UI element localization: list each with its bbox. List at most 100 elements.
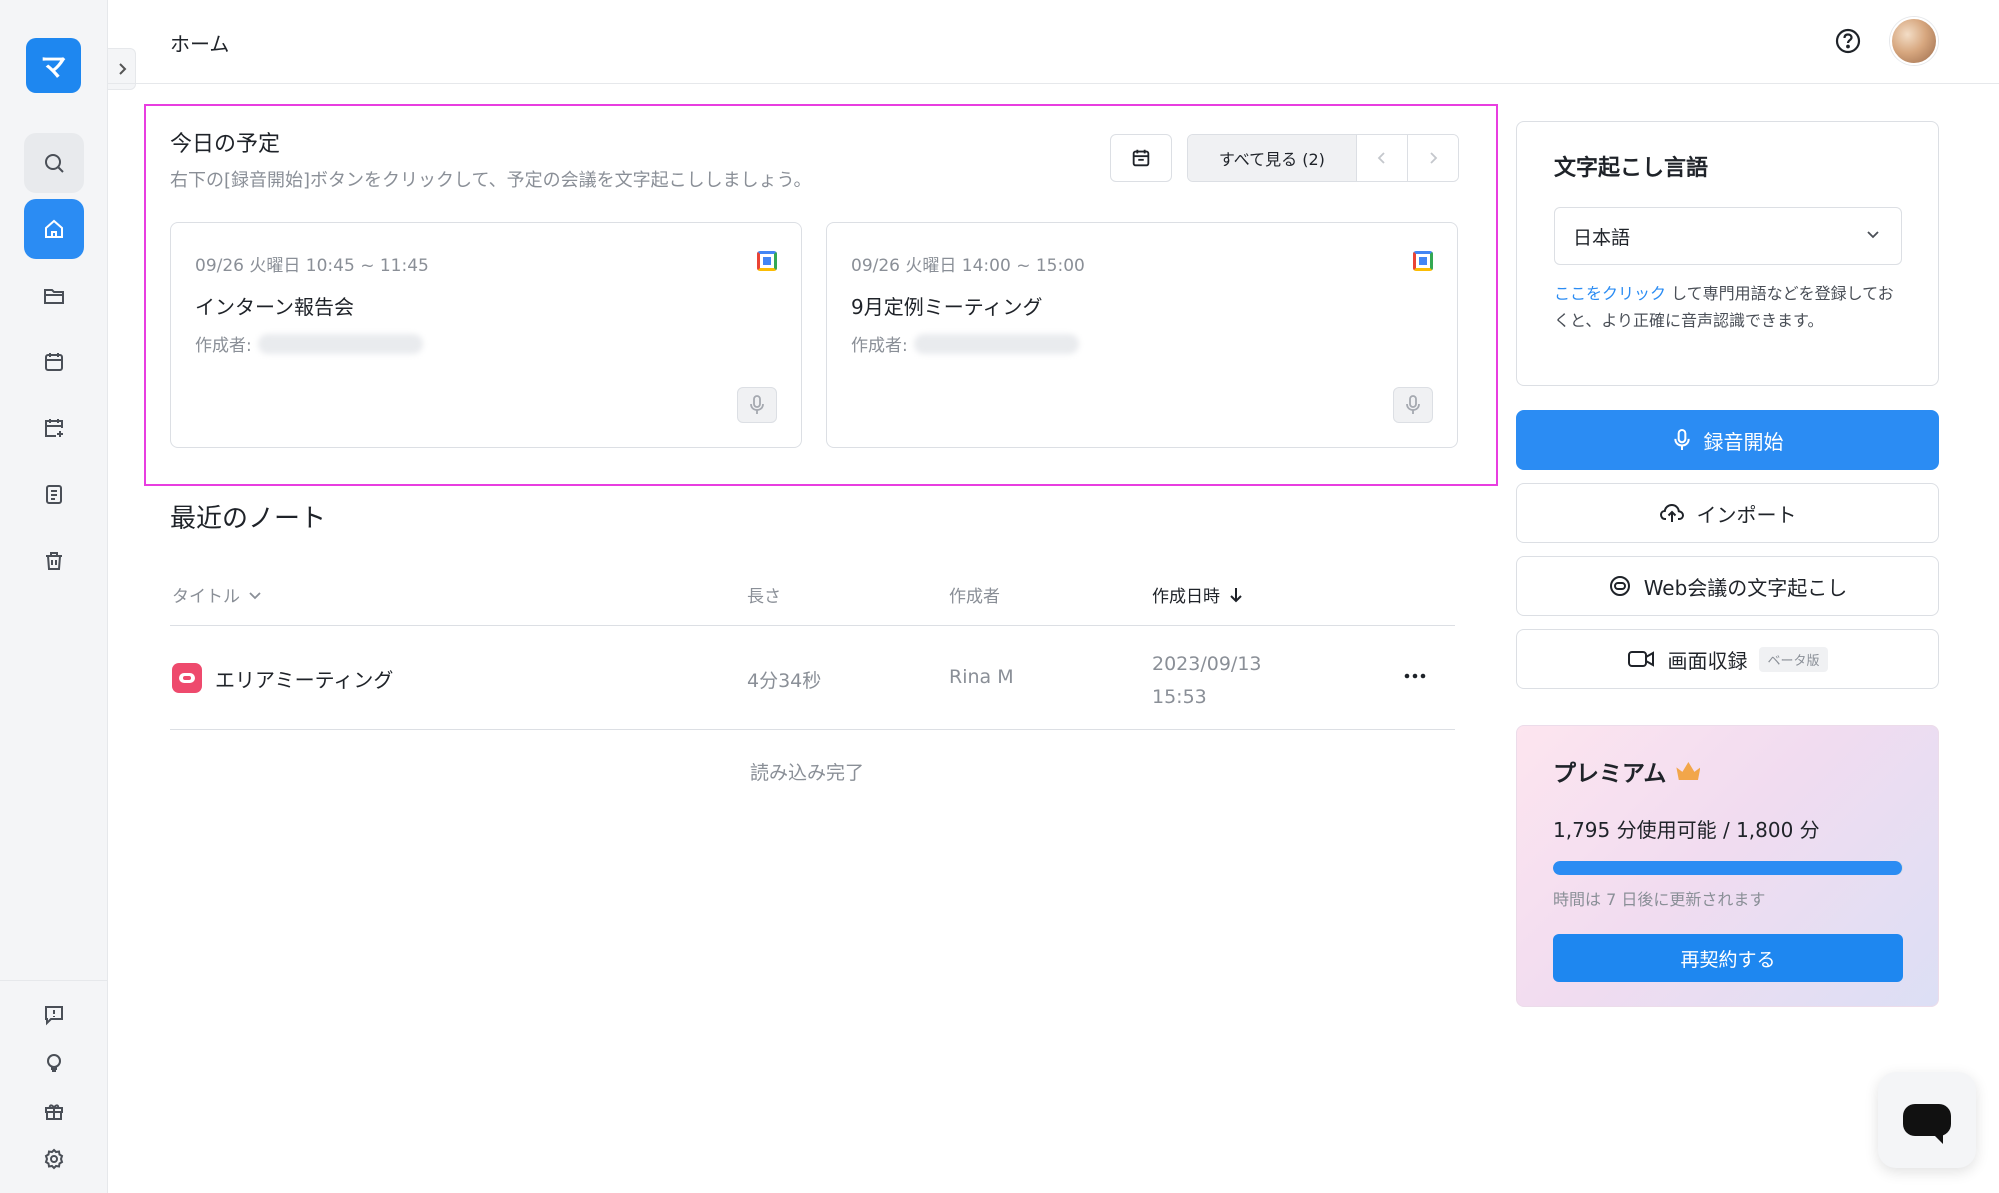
import-button[interactable]: インポート (1516, 483, 1939, 543)
column-created-sort[interactable]: 作成日時 (1152, 582, 1244, 607)
chevron-right-icon (1430, 152, 1438, 164)
topbar: ホーム (108, 0, 1999, 84)
event-record-button[interactable] (1393, 387, 1433, 423)
microphone-icon (1673, 429, 1690, 450)
sidebar-home-button[interactable] (24, 199, 84, 259)
column-title-sort[interactable]: タイトル (172, 582, 262, 607)
column-author-label: 作成者 (949, 587, 1000, 607)
language-selected-value: 日本語 (1573, 226, 1631, 249)
app-logo[interactable]: マ (26, 38, 81, 93)
crown-icon (1676, 762, 1701, 780)
screen-recording-button[interactable]: 画面収録 ベータ版 (1516, 629, 1939, 689)
transcription-language-card: 文字起こし言語 日本語 ここをクリック して専門用語などを登録しておくと、より正… (1516, 121, 1939, 386)
usage-progress-bar (1553, 861, 1903, 875)
more-icon (1404, 673, 1426, 679)
event-creator: 作成者: (851, 331, 1079, 356)
table-row[interactable]: エリアミーティング 4分34秒 Rina M 2023/09/13 15:53 (170, 626, 1455, 730)
calendar-icon (1132, 149, 1150, 167)
notes-table-header: タイトル 長さ 作成者 作成日時 (170, 570, 1455, 626)
chevron-down-icon (1867, 231, 1879, 239)
note-created: 2023/09/13 15:53 (1152, 648, 1312, 714)
logo-glyph: マ (40, 53, 67, 83)
start-recording-label: 録音開始 (1703, 429, 1784, 454)
chat-bubble-icon (1903, 1104, 1951, 1136)
note-title[interactable]: エリアミーティング (215, 664, 393, 693)
sidebar: マ (0, 0, 108, 1193)
chevron-left-icon (1377, 152, 1385, 164)
event-title: 9月定例ミーティング (851, 295, 1043, 319)
user-avatar[interactable] (1890, 17, 1938, 65)
web-meeting-transcription-button[interactable]: Web会議の文字起こし (1516, 556, 1939, 616)
see-all-button[interactable]: すべて見る (2) (1188, 135, 1357, 181)
note-created-time: 15:53 (1152, 686, 1207, 708)
chat-support-button[interactable] (1878, 1072, 1976, 1168)
column-length-label: 長さ (747, 587, 781, 607)
event-title: インターン報告会 (195, 295, 354, 319)
language-hint: ここをクリック して専門用語などを登録しておくと、より正確に音声認識できます。 (1554, 280, 1902, 334)
event-creator: 作成者: (195, 331, 423, 356)
event-time: 09/26 火曜日 10:45 ~ 11:45 (195, 256, 429, 276)
microphone-icon (1406, 395, 1420, 414)
google-calendar-icon (1413, 251, 1433, 271)
event-creator-label: 作成者: (851, 336, 908, 356)
blurred-creator-name (913, 333, 1079, 354)
event-creator-label: 作成者: (195, 336, 252, 356)
event-time: 09/26 火曜日 14:00 ~ 15:00 (851, 256, 1085, 276)
recent-notes-title: 最近のノート (170, 504, 327, 534)
event-card[interactable]: 09/26 火曜日 10:45 ~ 11:45 インターン報告会 作成者: (170, 222, 802, 448)
event-card[interactable]: 09/26 火曜日 14:00 ~ 15:00 9月定例ミーティング 作成者: (826, 222, 1458, 448)
video-camera-icon (1628, 651, 1655, 667)
note-author: Rina M (949, 666, 1014, 688)
google-calendar-icon (757, 251, 777, 271)
prev-button[interactable] (1356, 135, 1408, 181)
start-recording-button[interactable]: 録音開始 (1516, 410, 1939, 470)
column-title-label: タイトル (172, 587, 240, 607)
schedule-description: 右下の[録音開始]ボタンをクリックして、予定の会議を文字起こししましょう。 (170, 170, 812, 191)
blurred-creator-name (257, 333, 423, 354)
home-icon (45, 219, 63, 238)
settings-icon (44, 1148, 64, 1170)
sidebar-settings-button[interactable] (24, 1129, 84, 1189)
premium-title: プレミアム (1553, 754, 1701, 788)
import-label: インポート (1696, 502, 1797, 527)
document-icon (46, 485, 62, 504)
note-length: 4分34秒 (747, 670, 822, 692)
event-record-button[interactable] (737, 387, 777, 423)
today-schedule-section: 今日の予定 右下の[録音開始]ボタンをクリックして、予定の会議を文字起こししまし… (144, 104, 1498, 486)
next-button[interactable] (1407, 135, 1458, 181)
calendar-plus-icon (45, 419, 63, 437)
help-icon (1835, 28, 1861, 54)
screen-recording-label: 画面収録 (1667, 648, 1748, 673)
premium-renew-text: 時間は 7 日後に更新されます (1553, 890, 1766, 909)
sidebar-divider (0, 980, 108, 981)
more-options-button[interactable] (1395, 662, 1435, 690)
sidebar-calendar-button[interactable] (24, 332, 84, 392)
microphone-icon (750, 395, 764, 414)
language-title: 文字起こし言語 (1554, 156, 1709, 181)
schedule-title: 今日の予定 (170, 132, 281, 157)
premium-title-text: プレミアム (1553, 761, 1667, 787)
web-meeting-icon (1609, 576, 1630, 596)
note-created-date: 2023/09/13 (1152, 653, 1262, 675)
gift-icon (45, 1104, 63, 1120)
glossary-link[interactable]: ここをクリック (1554, 284, 1666, 303)
help-button[interactable] (1833, 26, 1863, 56)
cloud-upload-icon (1659, 503, 1684, 522)
column-length: 長さ (747, 582, 781, 607)
calendar-icon (45, 353, 63, 371)
column-created-label: 作成日時 (1152, 587, 1220, 607)
sidebar-folder-button[interactable] (24, 266, 84, 326)
calendar-button[interactable] (1110, 134, 1172, 182)
language-select[interactable]: 日本語 (1554, 207, 1902, 265)
folder-icon (44, 289, 64, 304)
sidebar-calendar-plus-button[interactable] (24, 398, 84, 458)
sidebar-notes-button[interactable] (24, 464, 84, 524)
renew-subscription-button[interactable]: 再契約する (1553, 934, 1903, 982)
column-author: 作成者 (949, 582, 1000, 607)
trash-icon (46, 552, 62, 570)
schedule-nav-group: すべて見る (2) (1187, 134, 1459, 182)
beta-badge: ベータ版 (1759, 646, 1828, 672)
sidebar-search-button[interactable] (24, 133, 84, 193)
sidebar-trash-button[interactable] (24, 531, 84, 591)
load-complete-text: 読み込み完了 (750, 762, 865, 784)
